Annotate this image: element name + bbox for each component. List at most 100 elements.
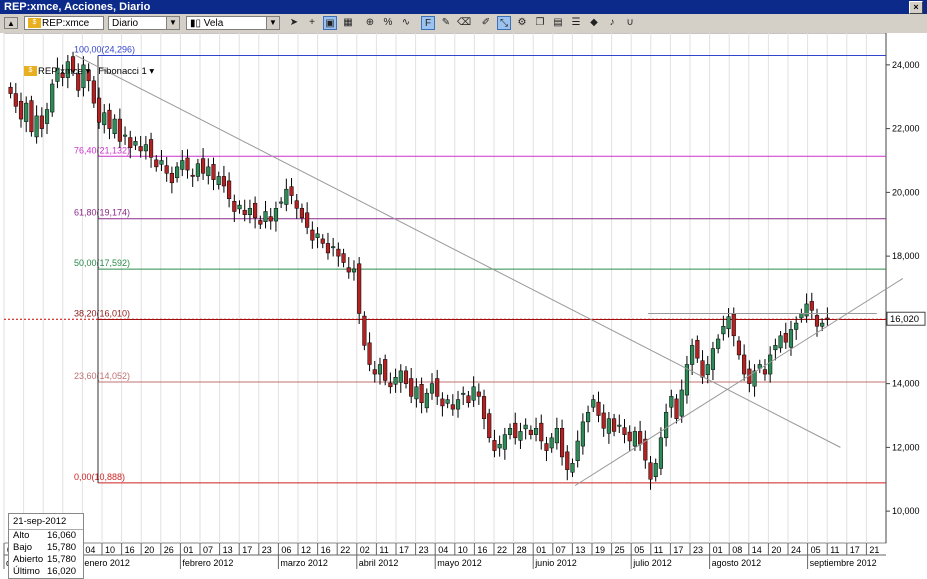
candle-body xyxy=(554,428,559,444)
chart-style-select[interactable]: ▮▯ Vela ▼ xyxy=(186,16,280,30)
candle-body xyxy=(783,333,788,343)
candle-body xyxy=(487,413,492,439)
candle-body xyxy=(450,404,455,410)
x-tick-label: 04 xyxy=(438,545,448,555)
candle-body xyxy=(580,421,585,447)
candle-body xyxy=(435,378,440,397)
candle-body xyxy=(429,383,435,394)
candle-body xyxy=(481,396,487,419)
candle-body xyxy=(424,392,429,409)
grid-icon[interactable]: ▦ xyxy=(341,16,355,30)
info-row: Abierto 15,780 xyxy=(13,554,77,565)
panel-symbol[interactable]: REP:xmce xyxy=(38,66,83,77)
candle-body xyxy=(586,412,591,423)
candle-body xyxy=(305,212,310,228)
candle-body xyxy=(440,398,445,407)
settings-icon[interactable]: ⚙ xyxy=(515,16,529,30)
candle-body xyxy=(622,427,627,435)
indicator-icon[interactable]: ☰ xyxy=(569,16,583,30)
candle-body xyxy=(497,443,502,449)
month-label: agosto 2012 xyxy=(712,558,762,568)
candle-body xyxy=(117,118,122,142)
fib-level-label: 100,00(24,296) xyxy=(74,44,135,54)
candle-body xyxy=(13,93,18,107)
fib-level-label: 38,20(16,010) xyxy=(74,309,130,319)
eraser-icon[interactable]: ⌫ xyxy=(457,16,471,30)
candle-body xyxy=(612,418,617,432)
x-tick-label: 10 xyxy=(458,545,468,555)
candle-body xyxy=(700,360,705,378)
x-tick-label: 01 xyxy=(183,545,193,555)
x-tick-label: 19 xyxy=(595,545,605,555)
candle-body xyxy=(367,342,372,365)
candle-body xyxy=(227,180,232,199)
month-label: abril 2012 xyxy=(359,558,399,568)
x-tick-label: 20 xyxy=(144,545,154,555)
candle-body xyxy=(185,157,190,171)
copy-icon[interactable]: ❐ xyxy=(533,16,547,30)
template-icon[interactable]: ▤ xyxy=(551,16,565,30)
candle-body xyxy=(648,462,653,480)
x-tick-label: 25 xyxy=(615,545,625,555)
sound-icon[interactable]: ♪ xyxy=(605,16,619,30)
candle-body xyxy=(242,209,247,215)
percent-icon[interactable]: % xyxy=(381,16,395,30)
zoom-icon[interactable]: ⊕ xyxy=(363,16,377,30)
x-tick-label: 26 xyxy=(164,545,174,555)
candle-body xyxy=(346,267,351,273)
cursor-icon[interactable]: ➤ xyxy=(287,16,301,30)
candle-body xyxy=(710,348,716,370)
candle-body xyxy=(513,422,518,439)
candle-body xyxy=(799,313,804,319)
candle-body xyxy=(201,158,206,174)
x-tick-label: 22 xyxy=(340,545,350,555)
candle-body xyxy=(24,102,29,122)
measure-icon[interactable]: ⤡ xyxy=(497,16,511,30)
candle-body xyxy=(180,160,185,170)
candle-body xyxy=(169,173,174,184)
candle-body xyxy=(731,313,736,337)
candle-body xyxy=(331,246,336,249)
candle-body xyxy=(325,243,331,254)
candle-body xyxy=(814,315,820,327)
candle-body xyxy=(804,303,809,317)
fib-level-label: 76,40(21,132) xyxy=(74,145,130,155)
crosshair-icon[interactable]: + xyxy=(305,16,319,30)
x-tick-label: 16 xyxy=(321,545,331,555)
chart-area[interactable]: 0612162204101620260107131723061216220211… xyxy=(0,33,927,579)
y-tick-label: 24,000 xyxy=(892,60,920,70)
candle-style-icon: ▮▯ xyxy=(190,18,204,29)
candle-body xyxy=(632,431,637,447)
candle-body xyxy=(502,434,507,450)
candle-body xyxy=(320,238,325,244)
candle-body xyxy=(299,208,305,219)
collapse-icon[interactable]: ▲ xyxy=(4,17,18,29)
candle-body xyxy=(653,463,658,477)
panel-study[interactable]: Fibonacci 1 xyxy=(98,66,147,77)
close-button[interactable]: × xyxy=(909,1,923,14)
candle-body xyxy=(279,201,284,204)
x-tick-label: 24 xyxy=(791,545,801,555)
x-tick-label: 02 xyxy=(360,545,370,555)
candlestick-chart[interactable]: 0612162204101620260107131723061216220211… xyxy=(0,33,927,571)
candle-body xyxy=(471,386,476,401)
candle-body xyxy=(216,176,221,185)
candle-body xyxy=(742,354,747,375)
candle-body xyxy=(591,399,596,408)
fib-icon[interactable]: F xyxy=(421,16,435,30)
candle-body xyxy=(705,364,710,375)
draw-icon[interactable]: ✐ xyxy=(479,16,493,30)
period-select[interactable]: Diario ▼ xyxy=(108,16,180,30)
candle-body xyxy=(138,146,143,152)
alarm-icon[interactable]: ◆ xyxy=(587,16,601,30)
pencil-icon[interactable]: ✎ xyxy=(439,16,453,30)
select-box-icon[interactable]: ▣ xyxy=(323,16,337,30)
symbol-input[interactable]: $ REP:xmce xyxy=(24,16,104,30)
candle-body xyxy=(284,188,289,205)
x-tick-label: 22 xyxy=(497,545,507,555)
candle-body xyxy=(507,428,513,435)
trend-icon[interactable]: ∿ xyxy=(399,16,413,30)
candle-body xyxy=(122,134,128,137)
candle-body xyxy=(50,83,55,113)
magnet-icon[interactable]: ∪ xyxy=(623,16,637,30)
